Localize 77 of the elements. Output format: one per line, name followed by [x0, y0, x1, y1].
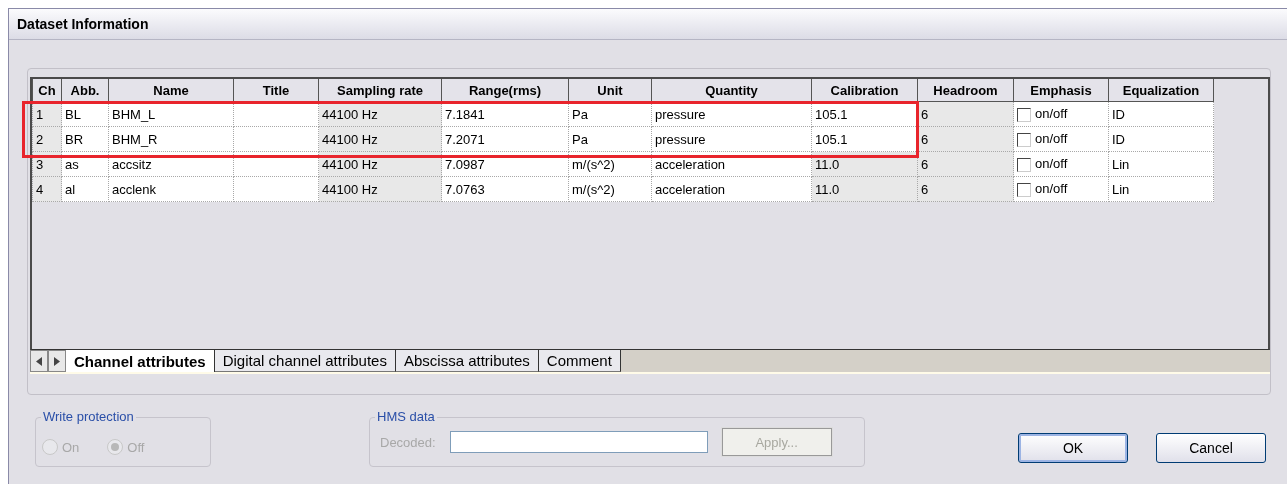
table-cell: m/(s^2) [572, 181, 615, 197]
sheet-tab[interactable]: Channel attributes [66, 350, 215, 372]
column-header[interactable]: Unit [568, 79, 652, 102]
table-cell: BHM_L [112, 106, 156, 122]
column-header[interactable]: Ch [32, 79, 62, 102]
group-label: HMS data [375, 409, 437, 424]
table-cell: 6 [921, 131, 929, 147]
checkbox-label: on/off [1035, 131, 1068, 147]
column-header[interactable]: Sampling rate [318, 79, 442, 102]
table-cell: acceleration [655, 181, 726, 197]
table-cell: 6 [921, 106, 929, 122]
checkbox-label: on/off [1035, 181, 1068, 197]
table-cell: 6 [921, 181, 929, 197]
table-cell: m/(s^2) [572, 156, 615, 172]
table-cell: 6 [921, 156, 929, 172]
table-cell: 7.2071 [445, 131, 485, 147]
column-header[interactable]: Title [233, 79, 319, 102]
table-cell: 7.0763 [445, 181, 485, 197]
table-cell: 44100 Hz [322, 156, 378, 172]
table-cell: Pa [572, 106, 588, 122]
table-cell: Lin [1112, 181, 1130, 197]
table-cell: pressure [655, 106, 706, 122]
table-cell: as [65, 156, 79, 172]
table-cell: 44100 Hz [322, 131, 378, 147]
column-header[interactable]: Equalization [1108, 79, 1214, 102]
checkbox[interactable] [1017, 182, 1031, 197]
table-cell: BL [65, 106, 81, 122]
sheet-tab[interactable]: Digital channel attributes [214, 350, 396, 372]
column-header[interactable]: Name [108, 79, 234, 102]
table-cell: acclenk [112, 181, 157, 197]
table-cell: 11.0 [815, 156, 840, 172]
table-cell: accsitz [112, 156, 152, 172]
sheet-tab[interactable]: Abscissa attributes [395, 350, 539, 372]
column-header[interactable]: Calibration [811, 79, 918, 102]
table-cell: 44100 Hz [322, 106, 378, 122]
column-header[interactable]: Abb. [61, 79, 109, 102]
table-cell: 2 [36, 131, 44, 147]
dialog-button[interactable]: Cancel [1156, 433, 1266, 463]
checkbox[interactable] [1017, 107, 1031, 122]
field-label: Decoded: [380, 434, 436, 450]
table-cell: 7.0987 [445, 156, 485, 172]
table-cell: 44100 Hz [322, 181, 378, 197]
table-cell: Pa [572, 131, 588, 147]
scroll-left-button[interactable] [30, 350, 48, 372]
dialog-button[interactable]: OK [1018, 433, 1128, 463]
table-cell: ID [1112, 106, 1125, 122]
checkbox[interactable] [1017, 157, 1031, 172]
column-header[interactable]: Emphasis [1013, 79, 1109, 102]
column-header[interactable]: Quantity [651, 79, 812, 102]
right-arrow-icon [54, 356, 60, 366]
column-header[interactable]: Headroom [917, 79, 1014, 102]
table-cell: BR [65, 131, 84, 147]
table-cell: 105.1 [815, 106, 848, 122]
window-title: Dataset Information [9, 9, 1287, 40]
table-cell: 4 [36, 181, 44, 197]
table-cell: 3 [36, 156, 44, 172]
table-cell: 105.1 [815, 131, 848, 147]
table-cell: acceleration [655, 156, 726, 172]
checkbox-label: on/off [1035, 156, 1068, 172]
checkbox-label: on/off [1035, 106, 1068, 122]
table-cell: ID [1112, 131, 1125, 147]
table-cell: pressure [655, 131, 706, 147]
table-cell: 7.1841 [445, 106, 485, 122]
table-cell: Lin [1112, 156, 1130, 172]
table-cell: BHM_R [112, 131, 158, 147]
scroll-right-button[interactable] [48, 350, 66, 372]
radio-label: Off [127, 439, 145, 455]
radio-label: On [62, 439, 80, 455]
table-cell: 1 [36, 106, 44, 122]
column-header[interactable]: Range(rms) [441, 79, 569, 102]
decoded-field[interactable] [449, 431, 708, 453]
checkbox[interactable] [1017, 132, 1031, 147]
sheet-tab[interactable]: Comment [538, 350, 621, 372]
group-label: Write protection [41, 409, 136, 424]
table-cell: 11.0 [815, 181, 840, 197]
table-cell: al [65, 181, 76, 197]
left-arrow-icon [36, 356, 42, 366]
